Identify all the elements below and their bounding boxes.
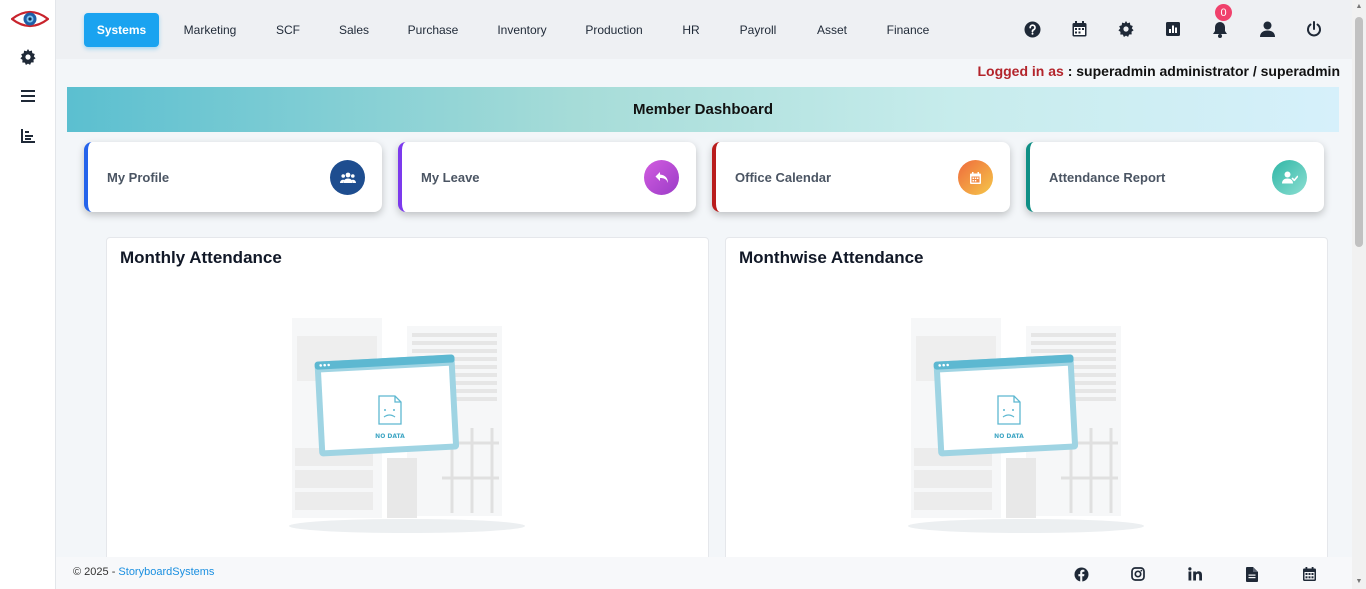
footer: © 2025 - StoryboardSystems: [56, 557, 1352, 589]
main-content: Logged in as : superadmin administrator …: [56, 59, 1352, 557]
login-user: superadmin administrator / superadmin: [1076, 63, 1340, 79]
calendar-icon[interactable]: [1069, 19, 1089, 39]
login-label: Logged in as: [977, 63, 1064, 79]
nav-production[interactable]: Production: [579, 13, 649, 47]
copyright: © 2025 - StoryboardSystems: [73, 566, 214, 578]
nav-systems[interactable]: Systems: [84, 13, 159, 47]
settings-icon[interactable]: [1116, 19, 1136, 39]
reply-icon: [644, 160, 679, 195]
card-label: Office Calendar: [735, 170, 832, 185]
card-label: My Profile: [107, 170, 170, 185]
user-icon[interactable]: [1257, 19, 1277, 39]
login-status: Logged in as : superadmin administrator …: [977, 63, 1340, 79]
linkedin-icon[interactable]: [1187, 566, 1203, 582]
nav-hr[interactable]: HR: [675, 13, 707, 47]
nav-finance[interactable]: Finance: [880, 13, 936, 47]
side-rail: [0, 0, 56, 589]
no-data-text: NO DATA: [994, 433, 1024, 440]
card-label: Attendance Report: [1049, 170, 1166, 185]
calendar-icon[interactable]: [1301, 566, 1317, 582]
nav-asset[interactable]: Asset: [810, 13, 854, 47]
nav-marketing[interactable]: Marketing: [175, 13, 245, 47]
monthwise-attendance-panel: Monthwise Attendance NO DATA: [725, 237, 1328, 557]
card-label: My Leave: [421, 170, 480, 185]
no-data-illustration: NO DATA: [896, 308, 1156, 538]
scroll-up-arrow-icon[interactable]: ▲: [1355, 3, 1363, 11]
bell-icon[interactable]: [1210, 19, 1230, 39]
nav-scf[interactable]: SCF: [268, 13, 308, 47]
panel-title: Monthwise Attendance: [739, 248, 924, 267]
nav-inventory[interactable]: Inventory: [490, 13, 554, 47]
no-data-illustration: NO DATA: [277, 308, 537, 538]
card-my-profile[interactable]: My Profile: [84, 142, 382, 212]
scroll-down-arrow-icon[interactable]: ▼: [1355, 578, 1363, 586]
instagram-icon[interactable]: [1130, 566, 1146, 582]
login-separator: :: [1063, 63, 1077, 79]
scroll-thumb[interactable]: [1355, 17, 1363, 247]
menu-icon[interactable]: [18, 86, 38, 106]
document-icon[interactable]: [1244, 566, 1260, 582]
report-icon[interactable]: [1163, 19, 1183, 39]
page-scrollbar[interactable]: ▲ ▼: [1352, 0, 1366, 589]
users-icon: [330, 160, 365, 195]
card-my-leave[interactable]: My Leave: [398, 142, 696, 212]
monthly-attendance-panel: Monthly Attendance NO DATA: [106, 237, 709, 557]
user-check-icon: [1272, 160, 1307, 195]
eye-logo[interactable]: [10, 8, 50, 30]
gear-icon[interactable]: [18, 47, 38, 67]
card-office-calendar[interactable]: Office Calendar: [712, 142, 1010, 212]
nav-sales[interactable]: Sales: [334, 13, 374, 47]
notification-badge: 0: [1215, 4, 1232, 21]
no-data-text: NO DATA: [375, 433, 405, 440]
bar-chart-icon[interactable]: [18, 126, 38, 146]
nav-payroll[interactable]: Payroll: [733, 13, 783, 47]
card-attendance-report[interactable]: Attendance Report: [1026, 142, 1324, 212]
calendar-icon: [958, 160, 993, 195]
page-title: Member Dashboard: [67, 87, 1339, 132]
company-link[interactable]: StoryboardSystems: [118, 566, 214, 578]
help-icon[interactable]: [1022, 19, 1042, 39]
power-icon[interactable]: [1304, 19, 1324, 39]
nav-purchase[interactable]: Purchase: [401, 13, 465, 47]
panel-title: Monthly Attendance: [120, 248, 282, 267]
facebook-icon[interactable]: [1073, 566, 1089, 582]
copyright-text: © 2025 -: [73, 566, 119, 578]
